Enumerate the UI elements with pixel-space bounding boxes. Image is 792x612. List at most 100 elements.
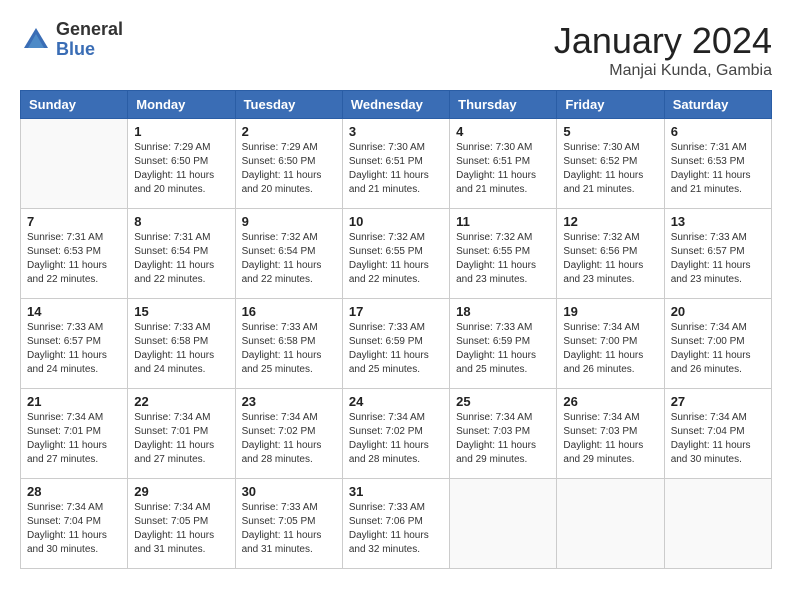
- day-number: 19: [563, 304, 657, 319]
- day-info: Sunrise: 7:30 AMSunset: 6:51 PMDaylight:…: [456, 141, 550, 197]
- day-info: Sunrise: 7:34 AMSunset: 7:00 PMDaylight:…: [563, 321, 657, 377]
- title-section: January 2024 Manjai Kunda, Gambia: [554, 20, 772, 80]
- calendar-cell: 19 Sunrise: 7:34 AMSunset: 7:00 PMDayligh…: [557, 299, 664, 389]
- page-header: General Blue January 2024 Manjai Kunda, …: [20, 20, 772, 80]
- calendar-cell: 29 Sunrise: 7:34 AMSunset: 7:05 PMDayligh…: [128, 479, 235, 569]
- day-info: Sunrise: 7:33 AMSunset: 6:57 PMDaylight:…: [671, 231, 765, 287]
- day-number: 12: [563, 214, 657, 229]
- weekday-header: Wednesday: [342, 91, 449, 119]
- logo-blue: Blue: [56, 40, 123, 60]
- day-number: 3: [349, 124, 443, 139]
- calendar-cell: 4 Sunrise: 7:30 AMSunset: 6:51 PMDaylight…: [450, 119, 557, 209]
- day-info: Sunrise: 7:33 AMSunset: 6:57 PMDaylight:…: [27, 321, 121, 377]
- day-info: Sunrise: 7:34 AMSunset: 7:02 PMDaylight:…: [349, 411, 443, 467]
- calendar-cell: [21, 119, 128, 209]
- day-info: Sunrise: 7:33 AMSunset: 6:59 PMDaylight:…: [349, 321, 443, 377]
- calendar-cell: 21 Sunrise: 7:34 AMSunset: 7:01 PMDayligh…: [21, 389, 128, 479]
- day-info: Sunrise: 7:34 AMSunset: 7:04 PMDaylight:…: [27, 501, 121, 557]
- weekday-header: Friday: [557, 91, 664, 119]
- day-number: 14: [27, 304, 121, 319]
- calendar-cell: 1 Sunrise: 7:29 AMSunset: 6:50 PMDaylight…: [128, 119, 235, 209]
- day-info: Sunrise: 7:32 AMSunset: 6:55 PMDaylight:…: [349, 231, 443, 287]
- day-number: 13: [671, 214, 765, 229]
- logo: General Blue: [20, 20, 123, 60]
- day-number: 1: [134, 124, 228, 139]
- day-number: 16: [242, 304, 336, 319]
- day-number: 4: [456, 124, 550, 139]
- day-info: Sunrise: 7:33 AMSunset: 7:05 PMDaylight:…: [242, 501, 336, 557]
- calendar-week-row: 7Sunrise: 7:31 AMSunset: 6:53 PMDaylight…: [21, 209, 772, 299]
- calendar-cell: 14 Sunrise: 7:33 AMSunset: 6:57 PMDayligh…: [21, 299, 128, 389]
- calendar-cell: 23Sunrise: 7:34 AMSunset: 7:02 PMDayligh…: [235, 389, 342, 479]
- day-number: 17: [349, 304, 443, 319]
- day-info: Sunrise: 7:34 AMSunset: 7:03 PMDaylight:…: [456, 411, 550, 467]
- day-number: 2: [242, 124, 336, 139]
- day-info: Sunrise: 7:33 AMSunset: 7:06 PMDaylight:…: [349, 501, 443, 557]
- day-info: Sunrise: 7:31 AMSunset: 6:53 PMDaylight:…: [27, 231, 121, 287]
- day-info: Sunrise: 7:30 AMSunset: 6:52 PMDaylight:…: [563, 141, 657, 197]
- calendar-cell: 10 Sunrise: 7:32 AMSunset: 6:55 PMDayligh…: [342, 209, 449, 299]
- day-number: 30: [242, 484, 336, 499]
- weekday-header: Saturday: [664, 91, 771, 119]
- calendar-cell: 2 Sunrise: 7:29 AMSunset: 6:50 PMDaylight…: [235, 119, 342, 209]
- day-number: 15: [134, 304, 228, 319]
- month-title: January 2024: [554, 20, 772, 62]
- calendar-cell: 3Sunrise: 7:30 AMSunset: 6:51 PMDaylight…: [342, 119, 449, 209]
- day-number: 9: [242, 214, 336, 229]
- day-number: 31: [349, 484, 443, 499]
- day-number: 10: [349, 214, 443, 229]
- day-number: 29: [134, 484, 228, 499]
- day-info: Sunrise: 7:29 AMSunset: 6:50 PMDaylight:…: [134, 141, 228, 197]
- day-number: 26: [563, 394, 657, 409]
- logo-text: General Blue: [56, 20, 123, 60]
- weekday-header: Tuesday: [235, 91, 342, 119]
- calendar-cell: 31 Sunrise: 7:33 AMSunset: 7:06 PMDayligh…: [342, 479, 449, 569]
- day-number: 21: [27, 394, 121, 409]
- day-info: Sunrise: 7:34 AMSunset: 7:03 PMDaylight:…: [563, 411, 657, 467]
- day-info: Sunrise: 7:34 AMSunset: 7:02 PMDaylight:…: [242, 411, 336, 467]
- day-info: Sunrise: 7:34 AMSunset: 7:05 PMDaylight:…: [134, 501, 228, 557]
- day-info: Sunrise: 7:34 AMSunset: 7:00 PMDaylight:…: [671, 321, 765, 377]
- calendar-cell: 20 Sunrise: 7:34 AMSunset: 7:00 PMDayligh…: [664, 299, 771, 389]
- calendar-cell: 13 Sunrise: 7:33 AMSunset: 6:57 PMDayligh…: [664, 209, 771, 299]
- logo-icon: [20, 24, 52, 56]
- logo-general: General: [56, 20, 123, 40]
- day-number: 22: [134, 394, 228, 409]
- day-number: 6: [671, 124, 765, 139]
- calendar-cell: 6 Sunrise: 7:31 AMSunset: 6:53 PMDaylight…: [664, 119, 771, 209]
- day-info: Sunrise: 7:32 AMSunset: 6:54 PMDaylight:…: [242, 231, 336, 287]
- weekday-header: Sunday: [21, 91, 128, 119]
- day-info: Sunrise: 7:34 AMSunset: 7:01 PMDaylight:…: [134, 411, 228, 467]
- calendar-cell: 8Sunrise: 7:31 AMSunset: 6:54 PMDaylight…: [128, 209, 235, 299]
- calendar-cell: 22 Sunrise: 7:34 AMSunset: 7:01 PMDayligh…: [128, 389, 235, 479]
- calendar-cell: [664, 479, 771, 569]
- day-info: Sunrise: 7:34 AMSunset: 7:01 PMDaylight:…: [27, 411, 121, 467]
- calendar-week-row: 1 Sunrise: 7:29 AMSunset: 6:50 PMDaylight…: [21, 119, 772, 209]
- day-info: Sunrise: 7:29 AMSunset: 6:50 PMDaylight:…: [242, 141, 336, 197]
- calendar-cell: 18Sunrise: 7:33 AMSunset: 6:59 PMDayligh…: [450, 299, 557, 389]
- day-info: Sunrise: 7:32 AMSunset: 6:56 PMDaylight:…: [563, 231, 657, 287]
- calendar-cell: 30 Sunrise: 7:33 AMSunset: 7:05 PMDayligh…: [235, 479, 342, 569]
- day-number: 18: [456, 304, 550, 319]
- calendar-cell: 28Sunrise: 7:34 AMSunset: 7:04 PMDayligh…: [21, 479, 128, 569]
- calendar-cell: [450, 479, 557, 569]
- day-info: Sunrise: 7:31 AMSunset: 6:53 PMDaylight:…: [671, 141, 765, 197]
- calendar-cell: 27Sunrise: 7:34 AMSunset: 7:04 PMDayligh…: [664, 389, 771, 479]
- calendar-cell: 17 Sunrise: 7:33 AMSunset: 6:59 PMDayligh…: [342, 299, 449, 389]
- weekday-header: Thursday: [450, 91, 557, 119]
- calendar-cell: 15 Sunrise: 7:33 AMSunset: 6:58 PMDayligh…: [128, 299, 235, 389]
- calendar-week-row: 21 Sunrise: 7:34 AMSunset: 7:01 PMDayligh…: [21, 389, 772, 479]
- calendar-week-row: 28Sunrise: 7:34 AMSunset: 7:04 PMDayligh…: [21, 479, 772, 569]
- location-title: Manjai Kunda, Gambia: [554, 62, 772, 80]
- calendar-cell: 12 Sunrise: 7:32 AMSunset: 6:56 PMDayligh…: [557, 209, 664, 299]
- calendar-cell: [557, 479, 664, 569]
- calendar-cell: 9 Sunrise: 7:32 AMSunset: 6:54 PMDaylight…: [235, 209, 342, 299]
- day-number: 27: [671, 394, 765, 409]
- day-number: 20: [671, 304, 765, 319]
- calendar-table: SundayMondayTuesdayWednesdayThursdayFrid…: [20, 90, 772, 569]
- weekday-header-row: SundayMondayTuesdayWednesdayThursdayFrid…: [21, 91, 772, 119]
- day-info: Sunrise: 7:33 AMSunset: 6:58 PMDaylight:…: [134, 321, 228, 377]
- day-number: 11: [456, 214, 550, 229]
- day-number: 8: [134, 214, 228, 229]
- day-number: 24: [349, 394, 443, 409]
